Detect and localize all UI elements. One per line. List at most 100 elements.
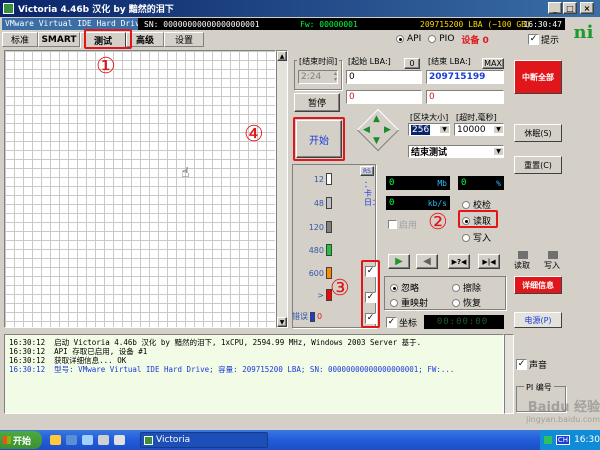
tab-settings[interactable]: 设置: [164, 32, 204, 47]
coord-toggle[interactable]: ✓ 坐标: [386, 316, 417, 329]
timeout-select[interactable]: 10000 ▼: [454, 123, 504, 136]
arrow-down-icon[interactable]: ▼: [373, 136, 380, 146]
api-radio[interactable]: [396, 35, 404, 43]
error-swatch: [310, 311, 315, 322]
write-radio[interactable]: [462, 233, 470, 242]
windows-logo-icon: [3, 436, 11, 444]
latency-row: 600: [294, 266, 332, 280]
hint-toggle[interactable]: ✓ 提示: [528, 33, 559, 46]
drive-time: 16:30:47: [523, 19, 562, 29]
end-time-label: [结束时间]: [297, 56, 340, 67]
latency-row: 12: [294, 172, 332, 186]
title-bar[interactable]: Victoria 4.46b 汉化 by 黯然的泪下 _ □ ×: [0, 0, 600, 17]
details-button[interactable]: 详细信息: [514, 276, 562, 294]
quicklaunch-media-icon[interactable]: [82, 435, 93, 445]
arrow-left-icon[interactable]: ◀: [363, 125, 370, 135]
abort-all-button[interactable]: 中断全部: [514, 60, 562, 94]
write-indicator-label: 写入: [544, 261, 560, 270]
victoria-app-icon: [144, 435, 153, 445]
annotation-1: ①: [96, 54, 116, 79]
drive-sn: SN: 00000000000000000001: [144, 19, 260, 29]
ignore-option[interactable]: 忽略: [390, 281, 419, 294]
elapsed-timer: 00:00:00: [424, 315, 504, 329]
pio-radio[interactable]: [428, 35, 437, 43]
taskbar-app-victoria[interactable]: Victoria: [140, 432, 268, 448]
restore-option[interactable]: 恢复: [452, 296, 481, 309]
sleep-button[interactable]: 休眠(S): [514, 124, 562, 142]
quicklaunch-app-icon[interactable]: [98, 435, 109, 445]
maximize-button[interactable]: □: [563, 2, 577, 14]
end-lba-field[interactable]: 209715199: [426, 70, 504, 84]
tab-smart[interactable]: SMART: [38, 32, 80, 47]
percent-meter: 0%: [458, 176, 504, 190]
arrow-up-icon[interactable]: ▲: [373, 114, 380, 124]
close-button[interactable]: ×: [580, 2, 594, 14]
log-panel[interactable]: 16:30:12 启动 Victoria 4.46b 汉化 by 黯然的泪下, …: [4, 334, 504, 414]
grid-scrollbar[interactable]: ▲ ▼: [276, 50, 288, 328]
direction-pad[interactable]: ▲ ◀ ▶ ▼: [356, 108, 400, 152]
rs-button[interactable]: RS: [360, 166, 374, 176]
sound-toggle[interactable]: ✓ 声音: [516, 358, 547, 371]
end-time-field[interactable]: 2:24 ▴ ▾: [298, 70, 338, 84]
scan-grid[interactable]: ☝: [4, 50, 276, 328]
play-icon: ▶: [395, 256, 403, 267]
end-lba-max-button[interactable]: MAX: [482, 58, 504, 69]
remap-option[interactable]: 重映射: [390, 296, 428, 309]
logo-strip: ni: [567, 18, 600, 46]
coord-checkbox[interactable]: ✓: [386, 317, 397, 328]
reset-button[interactable]: 重置(C): [514, 156, 562, 174]
remap-radio[interactable]: [390, 298, 398, 307]
jump-button[interactable]: ▶?◀: [448, 254, 470, 269]
erase-option[interactable]: 擦除: [452, 281, 481, 294]
quicklaunch-ie-icon[interactable]: [50, 435, 61, 445]
start-lba-label: [起始 LBA:]: [346, 56, 393, 67]
start-offset-field[interactable]: 0: [346, 90, 422, 104]
latency-swatch: [326, 244, 332, 256]
tab-bar: 标准 SMART 测试 高级 设置: [2, 32, 392, 48]
language-indicator[interactable]: CH: [555, 435, 571, 445]
error-row: 错误 0: [292, 311, 323, 322]
rewind-button[interactable]: ◀: [416, 254, 438, 269]
drive-fw: Fw: 00000001: [300, 19, 358, 29]
logo-icon: ni: [573, 21, 594, 43]
read-indicator-icon: [518, 251, 528, 259]
power-button[interactable]: 电源(P): [514, 312, 562, 328]
verify-radio[interactable]: [462, 200, 470, 209]
annotation-box-read: [458, 210, 498, 228]
ignore-radio[interactable]: [390, 283, 398, 292]
restore-radio[interactable]: [452, 298, 460, 307]
mb-meter: 0 Mb: [386, 176, 450, 190]
annotation-3: ③: [330, 276, 350, 301]
quicklaunch-explorer-icon[interactable]: [66, 435, 77, 445]
scroll-down-button[interactable]: ▼: [277, 317, 287, 327]
annotation-4: ④: [244, 122, 264, 147]
start-lba-zero-button[interactable]: 0: [404, 58, 420, 69]
erase-radio[interactable]: [452, 283, 460, 292]
write-option[interactable]: 写入: [462, 231, 491, 244]
enable-checkbox[interactable]: [388, 220, 397, 229]
latency-swatch: [326, 221, 332, 233]
block-size-select[interactable]: 256 ▼: [408, 123, 450, 136]
hint-checkbox[interactable]: ✓: [528, 34, 539, 45]
latency-row: 120: [294, 220, 332, 234]
end-button[interactable]: ▶|◀: [478, 254, 500, 269]
sound-checkbox[interactable]: ✓: [516, 359, 527, 370]
start-lba-field[interactable]: 0: [346, 70, 422, 84]
scroll-up-button[interactable]: ▲: [277, 51, 287, 61]
minimize-button[interactable]: _: [548, 2, 562, 14]
network-icon[interactable]: [544, 436, 552, 444]
write-indicator-icon: [548, 251, 558, 259]
arrow-right-icon[interactable]: ▶: [384, 125, 391, 135]
enable-toggle[interactable]: 启用: [388, 218, 417, 231]
pause-button[interactable]: 暂停: [294, 93, 340, 112]
play-button[interactable]: ▶: [388, 254, 410, 269]
latency-row: >: [294, 288, 332, 302]
end-mode-select[interactable]: 结束测试 ▼: [408, 145, 504, 158]
tab-standard[interactable]: 标准: [2, 32, 38, 47]
end-offset-field[interactable]: 0: [426, 90, 504, 104]
log-line: 16:30:12 获取详细信息... OK: [9, 356, 127, 365]
start-button-taskbar[interactable]: 开始: [0, 431, 42, 449]
jump-icon: ▶?◀: [451, 257, 467, 266]
quicklaunch-desktop-icon[interactable]: [114, 435, 125, 445]
device-label: 设备 0: [461, 35, 489, 46]
